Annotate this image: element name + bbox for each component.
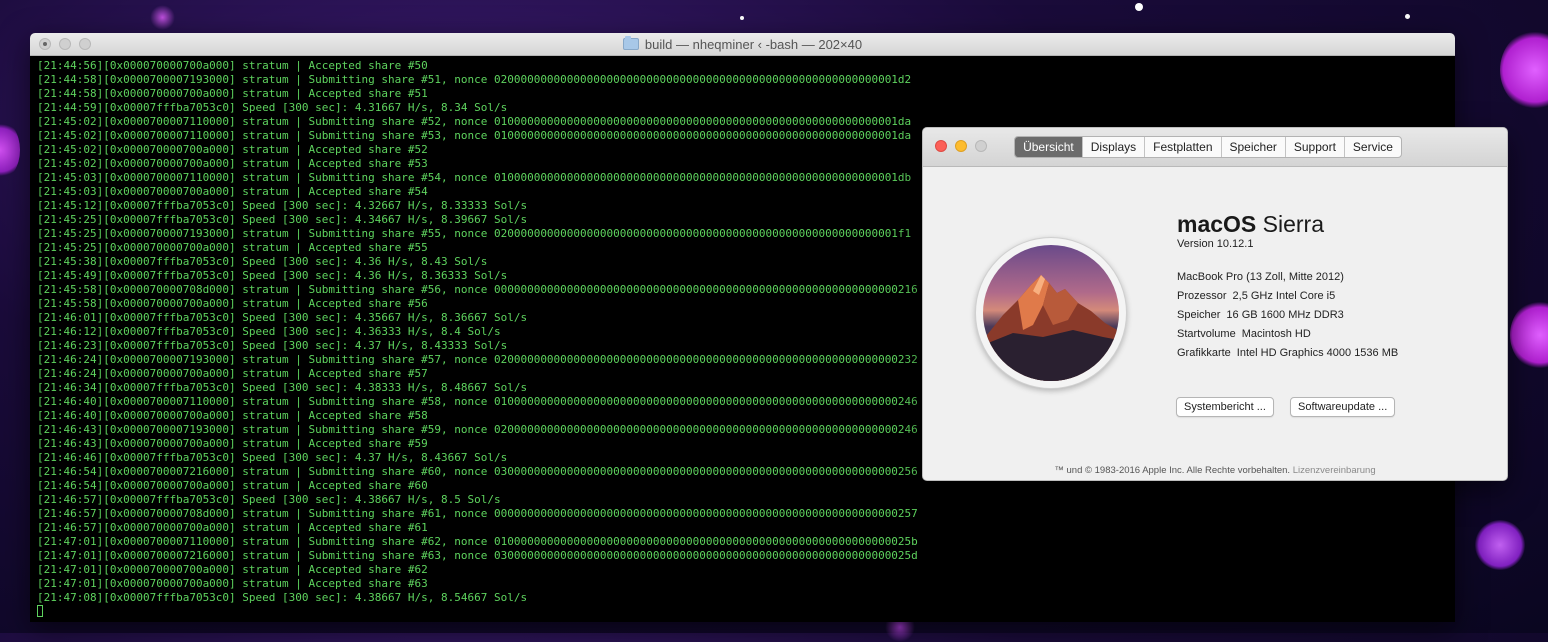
about-content: macOS Sierra Version 10.12.1 MacBook Pro…	[923, 167, 1507, 480]
spec-value: Macintosh HD	[1241, 328, 1311, 340]
terminal-titlebar[interactable]: build — nheqminer ‹ -bash — 202×40	[30, 33, 1455, 56]
wallpaper-bokeh	[150, 5, 175, 30]
model-name: MacBook Pro (13 Zoll, Mitte 2012)	[1177, 271, 1344, 283]
wallpaper-bokeh	[1135, 3, 1143, 11]
spec-label: Speicher	[1177, 309, 1221, 321]
spec-label: Prozessor	[1177, 290, 1227, 302]
terminal-line: [21:46:57][0x00007fffba7053c0] Speed [30…	[37, 493, 501, 506]
minimize-button[interactable]	[59, 38, 71, 50]
macos-sierra-logo	[975, 237, 1127, 389]
copyright-footer: ™ und © 1983-2016 Apple Inc. Alle Rechte…	[923, 465, 1507, 476]
wallpaper-bokeh	[1475, 520, 1525, 570]
wallpaper-bokeh	[1510, 300, 1548, 370]
zoom-button[interactable]	[975, 140, 987, 152]
about-this-mac-window[interactable]: Übersicht Displays Festplatten Speicher …	[922, 127, 1508, 481]
spec-row: Startvolume Macintosh HD	[1177, 325, 1398, 344]
minimize-button[interactable]	[955, 140, 967, 152]
tab-support[interactable]: Support	[1284, 137, 1344, 157]
system-info: MacBook Pro (13 Zoll, Mitte 2012) Prozes…	[1177, 268, 1398, 363]
window-controls	[935, 140, 987, 152]
spec-row: Speicher 16 GB 1600 MHz DDR3	[1177, 306, 1398, 325]
spec-value: 2,5 GHz Intel Core i5	[1232, 290, 1336, 302]
wallpaper-bokeh	[740, 16, 744, 20]
terminal-line: [21:44:56][0x000070000700a000] stratum |…	[37, 59, 428, 72]
cursor-icon	[37, 605, 43, 617]
terminal-line: [21:47:08][0x00007fffba7053c0] Speed [30…	[37, 591, 528, 604]
spec-label: Grafikkarte	[1177, 347, 1231, 359]
folder-icon	[622, 36, 639, 50]
window-controls	[39, 38, 91, 50]
terminal-line: [21:44:58][0x000070000700a000] stratum |…	[37, 87, 428, 100]
tab-memory[interactable]: Speicher	[1220, 137, 1285, 157]
wallpaper-bokeh	[0, 120, 20, 180]
system-report-button[interactable]: Systembericht ...	[1176, 397, 1274, 417]
license-link[interactable]: Lizenzvereinbarung	[1293, 465, 1376, 476]
spec-value: Intel HD Graphics 4000 1536 MB	[1236, 347, 1399, 359]
os-name: macOS Sierra	[1177, 211, 1324, 238]
about-titlebar[interactable]: Übersicht Displays Festplatten Speicher …	[923, 128, 1507, 167]
spec-row: Grafikkarte Intel HD Graphics 4000 1536 M…	[1177, 344, 1398, 363]
close-button[interactable]	[935, 140, 947, 152]
terminal-line: [21:44:58][0x0000700007193000] stratum |…	[37, 73, 912, 86]
software-update-button[interactable]: Softwareupdate ...	[1290, 397, 1396, 417]
terminal-line: [21:46:57][0x000070000708d000] stratum |…	[37, 507, 918, 520]
copyright-text: ™ und © 1983-2016 Apple Inc. Alle Rechte…	[1054, 465, 1291, 476]
tab-storage[interactable]: Festplatten	[1144, 137, 1220, 157]
tab-service[interactable]: Service	[1343, 137, 1401, 157]
os-name-rest: Sierra	[1262, 211, 1325, 237]
terminal-line: [21:47:01][0x0000700007216000] stratum |…	[37, 549, 918, 562]
terminal-line: [21:44:59][0x00007fffba7053c0] Speed [30…	[37, 101, 508, 114]
close-button[interactable]	[39, 38, 51, 50]
tab-displays[interactable]: Displays	[1081, 137, 1144, 157]
terminal-line: [21:47:01][0x0000700007110000] stratum |…	[37, 535, 918, 548]
spec-label: Startvolume	[1177, 328, 1236, 340]
terminal-line: [21:46:57][0x000070000700a000] stratum |…	[37, 521, 428, 534]
tab-overview[interactable]: Übersicht	[1015, 137, 1082, 157]
terminal-prompt[interactable]	[37, 605, 1455, 619]
mountain-icon	[983, 245, 1119, 381]
terminal-line: [21:47:01][0x000070000700a000] stratum |…	[37, 577, 428, 590]
terminal-title: build — nheqminer ‹ -bash — 202×40	[622, 36, 863, 52]
terminal-line: [21:46:54][0x000070000700a000] stratum |…	[37, 479, 428, 492]
spec-value: 16 GB 1600 MHz DDR3	[1226, 309, 1344, 321]
wallpaper-bokeh	[1405, 14, 1410, 19]
os-name-bold: macOS	[1177, 211, 1257, 237]
tab-bar: Übersicht Displays Festplatten Speicher …	[1014, 136, 1402, 158]
os-version: Version 10.12.1	[1177, 238, 1254, 250]
terminal-line: [21:47:01][0x000070000700a000] stratum |…	[37, 563, 428, 576]
spec-row: Prozessor 2,5 GHz Intel Core i5	[1177, 287, 1398, 306]
zoom-button[interactable]	[79, 38, 91, 50]
terminal-title-text: build — nheqminer ‹ -bash — 202×40	[644, 36, 863, 52]
wallpaper-bokeh	[1500, 30, 1548, 110]
